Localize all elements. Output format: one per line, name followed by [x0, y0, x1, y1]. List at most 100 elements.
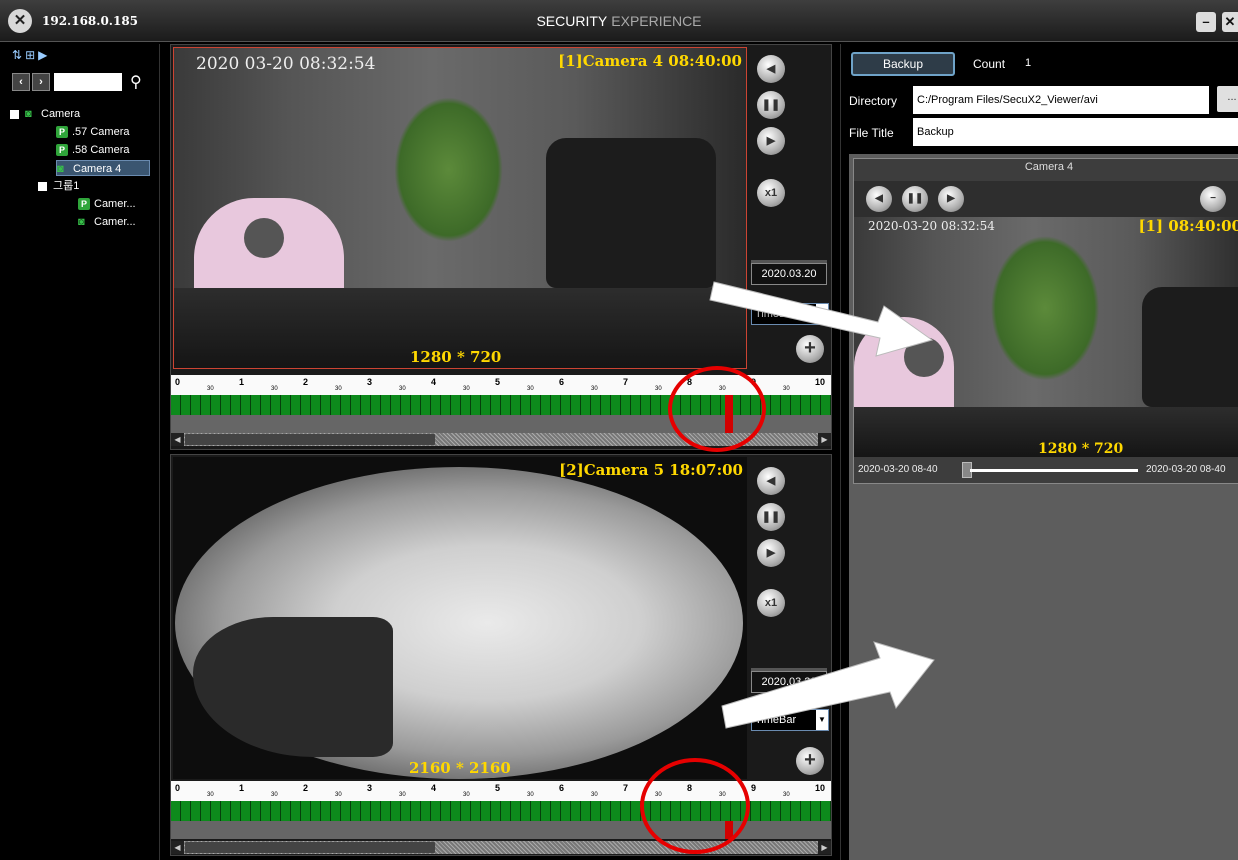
osd-timestamp: 2020-03-20 08:32:54	[868, 219, 995, 233]
scene-chair	[1142, 287, 1238, 407]
annotation-arrow-2	[721, 641, 935, 729]
timeline-half-label: 30	[335, 792, 342, 798]
backup-range: 2020-03-20 08-40 2020-03-20 08-40	[854, 457, 1238, 483]
backup-clip-area: Camera 4 ◀ ❚❚ ▶ − 2020-03-20 08:32:54 [1…	[849, 154, 1238, 860]
tree-search-input[interactable]	[54, 73, 122, 91]
play-button[interactable]: ▶	[757, 127, 785, 155]
rewind-button[interactable]: ◀	[866, 186, 892, 212]
video-view-1[interactable]: 2020 03-20 08:32:54 [1]Camera 4 08:40:00…	[173, 47, 747, 369]
collapse-icon[interactable]	[38, 181, 47, 191]
tree-group-camera[interactable]: ◙ Camera	[10, 106, 80, 122]
backup-panel: Backup Count 1 Directory C:/Program File…	[840, 44, 1238, 860]
timeline-hour-label: 0	[175, 377, 181, 387]
timeline-half-label: 30	[207, 792, 214, 798]
tree-item-camera-58[interactable]: P .58 Camera	[56, 142, 129, 158]
prev-arrow-button[interactable]: ‹	[12, 73, 30, 91]
browse-button[interactable]: ...	[1217, 86, 1238, 112]
pause-button[interactable]: ❚❚	[757, 91, 785, 119]
camera-view-icon[interactable]: ▶	[38, 48, 47, 62]
speed-button[interactable]: x1	[757, 589, 785, 617]
close-button[interactable]: ✕	[1222, 12, 1238, 32]
osd-timestamp: 2020 03-20 08:32:54	[196, 54, 376, 74]
timeline-hour-label: 2	[303, 377, 309, 387]
pause-button[interactable]: ❚❚	[757, 503, 785, 531]
directory-field[interactable]: C:/Program Files/SecuX2_Viewer/avi	[913, 86, 1209, 114]
camera-icon: ◙	[57, 163, 64, 175]
timeline-hour-label: 4	[431, 377, 437, 387]
timeline-half-label: 30	[271, 386, 278, 392]
osd-camera-label: [2]Camera 5 18:07:00	[559, 461, 743, 479]
timeline-hour-label: 0	[175, 783, 181, 793]
annotation-arrow-1	[709, 281, 934, 357]
tree-item-camera-4[interactable]: ◙ Camera 4	[56, 160, 150, 176]
scroll-left-icon[interactable]: ◀	[171, 841, 184, 854]
collapse-icon[interactable]	[10, 109, 19, 119]
backup-button[interactable]: Backup	[851, 52, 955, 76]
count-value: 1	[1025, 57, 1032, 69]
timeline-half-label: 30	[527, 792, 534, 798]
play-button[interactable]: ▶	[757, 539, 785, 567]
remove-clip-button[interactable]: −	[1200, 186, 1226, 212]
next-arrow-button[interactable]: ›	[32, 73, 50, 91]
osd-resolution: 1280 * 720	[410, 348, 502, 366]
p-camera-icon: P	[78, 198, 90, 210]
timeline-half-label: 30	[271, 792, 278, 798]
minimize-button[interactable]: –	[1196, 12, 1216, 32]
scroll-thumb[interactable]	[185, 842, 435, 853]
app-title: SECURITY EXPERIENCE	[0, 13, 1238, 29]
file-title-field[interactable]: Backup	[913, 118, 1238, 146]
range-start: 2020-03-20 08-40	[858, 464, 938, 475]
timeline-hour-label: 3	[367, 377, 373, 387]
timeline-hour-label: 3	[367, 783, 373, 793]
app-title-main: SECURITY	[536, 13, 608, 29]
timeline-half-label: 30	[783, 792, 790, 798]
tree-item-camera-57[interactable]: P .57 Camera	[56, 124, 129, 140]
group-icon[interactable]: ⊞	[25, 48, 35, 62]
timeline-hour-label: 2	[303, 783, 309, 793]
camera-tree-panel: ⇅ ⊞ ▶ ‹ › ⚲ ◙ Camera P .57 Camera P .58 Camer…	[8, 44, 160, 860]
scroll-right-icon[interactable]: ▶	[818, 841, 831, 854]
osd-camera-label: [1] 08:40:00	[1138, 217, 1238, 235]
timeline-hour-label: 7	[623, 783, 629, 793]
rewind-button[interactable]: ◀	[757, 55, 785, 83]
video-view-2[interactable]: [2]Camera 5 18:07:00 2160 * 2160	[173, 457, 747, 779]
p-camera-icon: P	[56, 126, 68, 138]
timeline-hour-label: 10	[815, 783, 826, 793]
osd-camera-label: [1]Camera 4 08:40:00	[558, 52, 742, 70]
camera-icon: ◙	[25, 108, 32, 120]
scroll-left-icon[interactable]: ◀	[171, 433, 184, 446]
tree-group-1[interactable]: 그룹1	[38, 178, 79, 194]
osd-resolution: 2160 * 2160	[409, 759, 511, 777]
timeline-hour-label: 6	[559, 377, 565, 387]
osd-resolution: 1280 * 720	[1038, 441, 1124, 457]
file-title-label: File Title	[849, 126, 894, 140]
highlight-circle-2	[640, 758, 750, 854]
timeline-hour-label: 5	[495, 783, 501, 793]
search-icon[interactable]: ⚲	[130, 72, 142, 92]
timeline-hour-label: 5	[495, 377, 501, 387]
scroll-thumb[interactable]	[185, 434, 435, 445]
zoom-in-button[interactable]: +	[796, 747, 824, 775]
timeline-half-label: 30	[783, 386, 790, 392]
speed-button[interactable]: x1	[757, 179, 785, 207]
timeline-half-label: 30	[399, 792, 406, 798]
app-title-sub: EXPERIENCE	[611, 13, 702, 29]
scene-fisheye-shadow	[193, 617, 393, 757]
timeline-half-label: 30	[655, 386, 662, 392]
pause-button[interactable]: ❚❚	[902, 186, 928, 212]
play-button[interactable]: ▶	[938, 186, 964, 212]
range-slider[interactable]	[970, 469, 1138, 472]
sort-icon[interactable]: ⇅	[12, 48, 22, 62]
title-bar: ✕ 192.168.0.185 SECURITY EXPERIENCE – ✕	[0, 0, 1238, 42]
timeline-hour-label: 1	[239, 783, 245, 793]
scroll-right-icon[interactable]: ▶	[818, 433, 831, 446]
tree-item-group1-camera-b[interactable]: ◙ Camer...	[78, 214, 136, 230]
timeline-hour-label: 10	[815, 377, 826, 387]
rewind-button[interactable]: ◀	[757, 467, 785, 495]
timeline-half-label: 30	[399, 386, 406, 392]
timeline-hour-label: 7	[623, 377, 629, 387]
highlight-circle-1	[668, 366, 766, 452]
timeline-half-label: 30	[463, 386, 470, 392]
tree-item-group1-camera-a[interactable]: P Camer...	[78, 196, 136, 212]
timeline-scrollbar-2[interactable]: ◀ ▶	[171, 841, 831, 854]
